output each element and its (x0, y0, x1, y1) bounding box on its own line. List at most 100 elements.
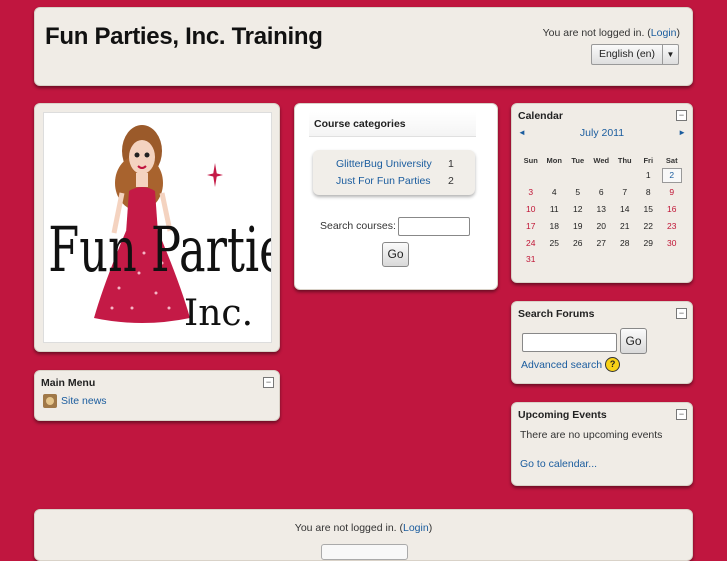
calendar-block: Calendar − ◄ July 2011 ► Sun Mon Tue Wed Thu… (511, 103, 693, 283)
calendar-day[interactable]: 21 (613, 217, 637, 234)
weekday-label: Wed (593, 155, 610, 165)
calendar-week: 17 18 19 20 21 22 23 (519, 217, 684, 234)
collapse-icon[interactable]: − (676, 110, 687, 121)
calendar-day (566, 251, 590, 268)
calendar-day (590, 167, 614, 184)
calendar-day (590, 251, 614, 268)
login-link[interactable]: Login (651, 27, 677, 39)
footer-login-suffix: ) (428, 522, 433, 534)
search-forums-block: Search Forums − Go Advanced search ? (511, 301, 693, 384)
help-icon[interactable]: ? (605, 357, 621, 372)
calendar-day[interactable]: 25 (543, 234, 567, 251)
calendar-day (613, 167, 637, 184)
upcoming-events-block: Upcoming Events − There are no upcoming … (511, 402, 693, 486)
calendar-day[interactable]: 5 (566, 184, 590, 201)
calendar-day[interactable]: 28 (613, 234, 637, 251)
calendar-week: 10 11 12 13 14 15 16 (519, 201, 684, 218)
calendar-day[interactable]: 26 (566, 234, 590, 251)
go-to-calendar-link[interactable]: Go to calendar... (520, 458, 597, 470)
calendar-week: 3456789 (519, 184, 684, 201)
category-link[interactable]: Just For Fun Parties (336, 175, 431, 187)
news-icon (43, 394, 57, 408)
calendar-day[interactable]: 16 (660, 201, 684, 218)
logo-image: Fun Parties, Inc. (43, 112, 323, 343)
no-events-text: There are no upcoming events (520, 429, 663, 441)
weekday-label: Mon (546, 155, 562, 165)
weekday-label: Thu (617, 155, 632, 165)
search-courses-label: Search courses: (320, 220, 396, 232)
calendar-week: 12 (519, 167, 684, 184)
calendar-day[interactable]: 22 (637, 217, 661, 234)
page-header: Fun Parties, Inc. Training You are not l… (34, 7, 693, 86)
calendar-week: 24 25 26 27 28 29 30 (519, 234, 684, 251)
calendar-day[interactable]: 11 (543, 201, 567, 218)
advanced-search-link[interactable]: Advanced search (521, 359, 602, 371)
category-link[interactable]: GlitterBug University (336, 158, 432, 170)
calendar-day[interactable]: 27 (590, 234, 614, 251)
collapse-icon[interactable]: − (676, 308, 687, 319)
calendar-day[interactable]: 7 (613, 184, 637, 201)
calendar-day[interactable]: 3 (519, 184, 543, 201)
menu-item-site-news[interactable]: Site news (43, 394, 107, 408)
weekday-label: Sun (523, 155, 538, 165)
calendar-day[interactable]: 17 (519, 217, 543, 234)
calendar-day[interactable]: 14 (613, 201, 637, 218)
footer-home-button[interactable] (321, 544, 408, 560)
calendar-day[interactable]: 12 (566, 201, 590, 218)
course-categories-header: Course categories (309, 112, 476, 137)
calendar-day (543, 251, 567, 268)
calendar-day (613, 251, 637, 268)
logo-block: Fun Parties, Inc. (34, 103, 323, 352)
calendar-day[interactable]: 15 (637, 201, 661, 218)
calendar-day[interactable]: 30 (660, 234, 684, 251)
calendar-week: 31 (519, 251, 684, 268)
calendar-day[interactable]: 9 (660, 184, 684, 201)
calendar-day[interactable]: 4 (543, 184, 567, 201)
category-count: 2 (448, 175, 454, 187)
weekday-label: Fri (643, 155, 654, 165)
search-courses-go-button[interactable]: Go (382, 242, 409, 267)
chevron-down-icon[interactable]: ▼ (662, 45, 678, 64)
category-count: 1 (448, 158, 454, 170)
calendar-day[interactable]: 13 (590, 201, 614, 218)
collapse-icon[interactable]: − (676, 409, 687, 420)
calendar-day[interactable]: 2 (660, 167, 684, 184)
search-forums-input[interactable] (522, 333, 617, 352)
calendar-day[interactable]: 24 (519, 234, 543, 251)
calendar-day[interactable]: 8 (637, 184, 661, 201)
next-month-icon[interactable]: ► (678, 128, 686, 137)
upcoming-events-title: Upcoming Events (518, 409, 607, 421)
logo-text-line1: Fun Parties, (48, 214, 271, 286)
collapse-icon[interactable]: − (263, 377, 274, 388)
search-courses-input[interactable] (398, 217, 470, 236)
calendar-title: Calendar (518, 110, 563, 122)
calendar-day[interactable]: 23 (660, 217, 684, 234)
search-forums-go-button[interactable]: Go (620, 328, 647, 354)
footer-login-link[interactable]: Login (403, 522, 429, 534)
calendar-day (637, 251, 661, 268)
calendar-day (660, 251, 684, 268)
footer-login-info: You are not logged in. (Login) (35, 522, 692, 534)
calendar-day (543, 167, 567, 184)
today-marker[interactable]: 2 (661, 167, 682, 183)
calendar-day[interactable]: 19 (566, 217, 590, 234)
login-suffix: ) (676, 27, 681, 39)
site-news-link[interactable]: Site news (61, 395, 107, 407)
language-select[interactable]: English (en) ▼ (590, 44, 679, 65)
fun-parties-logo: Fun Parties, Inc. (48, 125, 323, 334)
calendar-day[interactable]: 20 (590, 217, 614, 234)
calendar-day[interactable]: 29 (637, 234, 661, 251)
logo-text-line2: Inc. (184, 293, 253, 334)
course-categories-panel: Course categories GlitterBug University … (294, 103, 498, 290)
language-value: English (en) (598, 48, 655, 60)
weekday-label: Tue (571, 155, 585, 165)
calendar-month-link[interactable]: July 2011 (518, 127, 686, 139)
calendar-day[interactable]: 6 (590, 184, 614, 201)
calendar-day (519, 167, 543, 184)
calendar-day[interactable]: 18 (543, 217, 567, 234)
calendar-day[interactable]: 10 (519, 201, 543, 218)
login-info: You are not logged in. (Login) (543, 27, 680, 39)
search-forums-title: Search Forums (518, 308, 595, 320)
calendar-day[interactable]: 1 (637, 167, 661, 184)
calendar-day[interactable]: 31 (519, 251, 543, 268)
